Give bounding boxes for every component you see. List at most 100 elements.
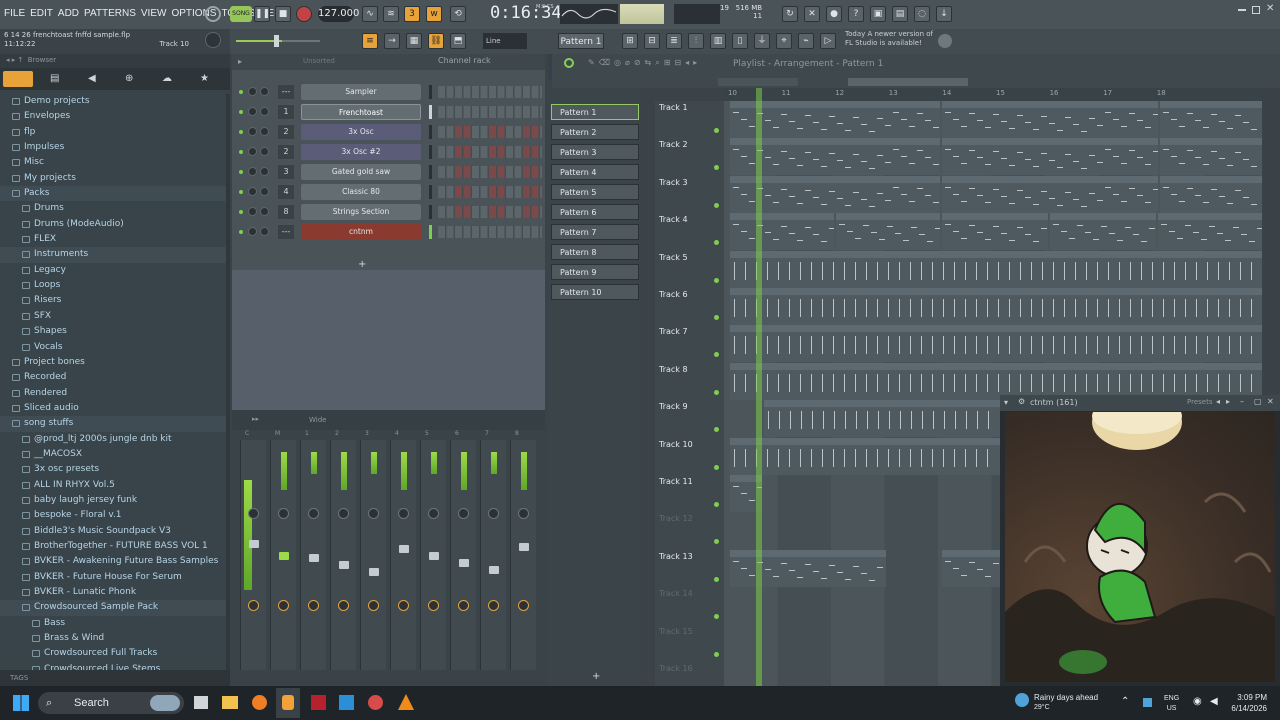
pattern-clip[interactable]: Pattern 3 [1160, 101, 1262, 138]
channel-select-indicator[interactable] [429, 105, 432, 119]
menu-edit[interactable]: EDIT [30, 8, 53, 19]
snap-select[interactable]: Line [483, 33, 527, 49]
plugin-maximize-icon[interactable]: ▢ [1254, 397, 1262, 406]
browser-item[interactable]: SFX [0, 309, 226, 324]
channel-select-indicator[interactable] [429, 85, 432, 99]
tags-bar[interactable]: TAGS [0, 670, 230, 686]
mixer-strip[interactable]: 3 [360, 430, 386, 670]
tempo-display[interactable]: 127.000 [318, 6, 359, 22]
channel-row[interactable]: --- Sampler [232, 83, 545, 101]
pattern-clip[interactable] [730, 437, 1000, 475]
pattern-item[interactable]: Pattern 6 [551, 204, 639, 220]
rack-filter[interactable]: Unsorted [303, 57, 335, 65]
prev-preset-icon[interactable]: ◂ [1216, 397, 1220, 406]
channel-row[interactable]: 1 Frenchtoast [232, 103, 545, 121]
track-mute-led[interactable] [714, 389, 719, 395]
track-header[interactable]: Track 10 [657, 438, 721, 475]
channel-select-indicator[interactable] [429, 145, 432, 159]
browser-item[interactable]: Crowdsourced Full Tracks [0, 646, 226, 661]
pattern-item[interactable]: Pattern 5 [551, 184, 639, 200]
track-mute-led[interactable] [714, 315, 719, 320]
channel-pan-knob[interactable] [248, 207, 257, 216]
render-icon[interactable]: ▤ [892, 6, 908, 22]
send-knob[interactable] [248, 600, 259, 611]
playlist-hscroll[interactable] [848, 78, 968, 86]
minimize-icon[interactable] [1238, 9, 1246, 11]
browser-item[interactable]: Misc [0, 155, 226, 170]
channel-name-button[interactable]: Frenchtoast [301, 104, 421, 120]
mixer-menu-icon[interactable]: ▸▸ [252, 415, 259, 423]
pattern-item[interactable]: Pattern 3 [551, 144, 639, 160]
channel-volume-knob[interactable] [260, 207, 269, 216]
track-mute-led[interactable] [714, 464, 719, 470]
channel-led-icon[interactable] [239, 110, 243, 114]
step-sequencer[interactable] [438, 126, 542, 138]
send-knob[interactable] [368, 600, 379, 611]
channel-led-icon[interactable] [239, 210, 243, 214]
step-sequencer[interactable] [438, 226, 542, 238]
browser-item[interactable]: FLEX [0, 232, 226, 247]
channel-led-icon[interactable] [239, 150, 243, 154]
browser-item[interactable]: Risers [0, 293, 226, 308]
mixer-strip[interactable]: C [240, 430, 266, 670]
channel-select-indicator[interactable] [429, 125, 432, 139]
loop-record-icon[interactable]: ⟲ [450, 6, 466, 22]
track-mute-led[interactable] [714, 614, 719, 620]
playlist-view-icon[interactable]: ≡ [362, 33, 378, 49]
pattern-selector[interactable]: Pattern 1 [558, 33, 604, 49]
volume-fader[interactable] [249, 540, 259, 548]
browser-item[interactable]: @prod_ltj 2000s jungle dnb kit [0, 432, 226, 447]
tray-chevron-icon[interactable]: ⌃ [1121, 696, 1129, 707]
pan-knob[interactable] [338, 508, 349, 519]
browser-item[interactable]: Demo projects [0, 94, 226, 109]
browser-item[interactable]: Recorded [0, 370, 226, 385]
browser-item[interactable]: 3x osc presets [0, 462, 226, 477]
volume-fader[interactable] [369, 568, 379, 576]
plugin-picker-icon[interactable]: ≣ [666, 33, 682, 49]
pan-knob[interactable] [518, 508, 529, 519]
playhead[interactable] [756, 88, 762, 686]
track-header[interactable]: Track 6 [657, 288, 721, 325]
send-knob[interactable] [458, 600, 469, 611]
channel-pan-knob[interactable] [248, 167, 257, 176]
track-header[interactable]: Track 2 [657, 138, 721, 175]
track-header[interactable]: Track 9 [657, 400, 721, 437]
chrome-icon[interactable] [368, 695, 383, 710]
mixer-preset[interactable]: Wide [309, 416, 326, 424]
channel-mixer-track[interactable]: 1 [278, 105, 294, 119]
track-header[interactable]: Track 5 [657, 251, 721, 288]
channel-led-icon[interactable] [239, 90, 243, 94]
song-mode-toggle[interactable]: SONG [230, 6, 252, 22]
piano-roll-icon[interactable]: ▦ [406, 33, 422, 49]
gear-icon[interactable]: ⚙ [1018, 397, 1025, 406]
pattern-item[interactable]: Pattern 1 [551, 104, 639, 120]
track-mute-led[interactable] [714, 539, 719, 545]
pan-knob[interactable] [488, 508, 499, 519]
track-mute-led[interactable] [714, 502, 719, 507]
tab-all-icon[interactable] [3, 71, 33, 87]
channel-pan-knob[interactable] [248, 127, 257, 136]
clock[interactable]: 3:09 PM 6/14/2026 [1227, 692, 1267, 714]
fl-studio-taskbar-item[interactable] [276, 688, 300, 718]
channel-mixer-track[interactable]: --- [278, 85, 294, 99]
channel-led-icon[interactable] [239, 190, 243, 194]
chat-icon[interactable]: ◌ [914, 6, 930, 22]
maximize-icon[interactable] [1252, 6, 1260, 14]
volume-fader[interactable] [309, 554, 319, 562]
volume-fader[interactable] [519, 543, 529, 551]
channel-name-button[interactable]: 3x Osc #2 [301, 144, 421, 160]
stamp-icon[interactable]: ⬒ [450, 33, 466, 49]
browser-item[interactable]: Vocals [0, 340, 226, 355]
wait-icon[interactable]: ≋ [383, 6, 399, 22]
pan-knob[interactable] [308, 508, 319, 519]
channel-mixer-track[interactable]: 2 [278, 145, 294, 159]
photos-icon[interactable] [339, 695, 354, 710]
pattern-item[interactable]: Pattern 7 [551, 224, 639, 240]
browser-item[interactable]: Instruments [0, 247, 226, 263]
pattern-clip[interactable] [764, 400, 1000, 438]
channel-mixer-track[interactable]: 8 [278, 205, 294, 219]
tab-cloud-icon[interactable]: ☁ [162, 73, 172, 84]
channel-select-indicator[interactable] [429, 165, 432, 179]
tab-projects-icon[interactable]: ▤ [50, 73, 59, 84]
step-sequencer[interactable] [438, 146, 542, 158]
